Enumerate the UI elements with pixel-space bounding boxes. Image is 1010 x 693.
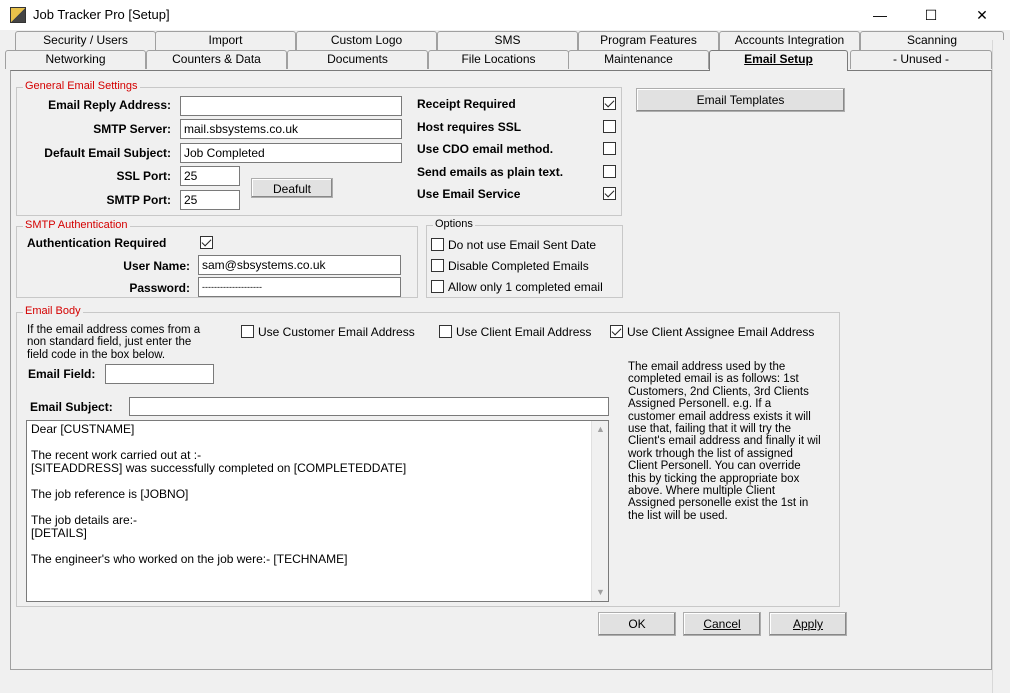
window-scrollbar[interactable] [992, 40, 1010, 693]
general-email-settings-title: General Email Settings [23, 80, 140, 92]
tab-program-features[interactable]: Program Features [578, 31, 719, 50]
tab-unused[interactable]: - Unused - [850, 50, 992, 69]
tab-email-setup[interactable]: Email Setup [709, 50, 848, 71]
tab-sms[interactable]: SMS [437, 31, 578, 50]
tab-import[interactable]: Import [155, 31, 296, 50]
window-title: Job Tracker Pro [Setup] [33, 7, 170, 22]
tab-security-users[interactable]: Security / Users [15, 31, 156, 50]
minimize-button[interactable]: — [857, 0, 903, 30]
tab-accounts-integration[interactable]: Accounts Integration [719, 31, 860, 50]
tab-networking[interactable]: Networking [5, 50, 146, 69]
tab-counters-data[interactable]: Counters & Data [146, 50, 287, 69]
maximize-button[interactable]: ☐ [908, 0, 954, 30]
tab-custom-logo[interactable]: Custom Logo [296, 31, 437, 50]
tab-maintenance[interactable]: Maintenance [568, 50, 709, 69]
title-bar: Job Tracker Pro [Setup] — ☐ ✕ [0, 0, 1010, 30]
tab-file-locations[interactable]: File Locations [428, 50, 569, 69]
app-icon [10, 7, 26, 23]
close-button[interactable]: ✕ [959, 0, 1005, 30]
tab-scanning[interactable]: Scanning [860, 31, 1004, 50]
general-email-settings-group: General Email Settings [16, 80, 622, 216]
tab-documents[interactable]: Documents [287, 50, 428, 69]
